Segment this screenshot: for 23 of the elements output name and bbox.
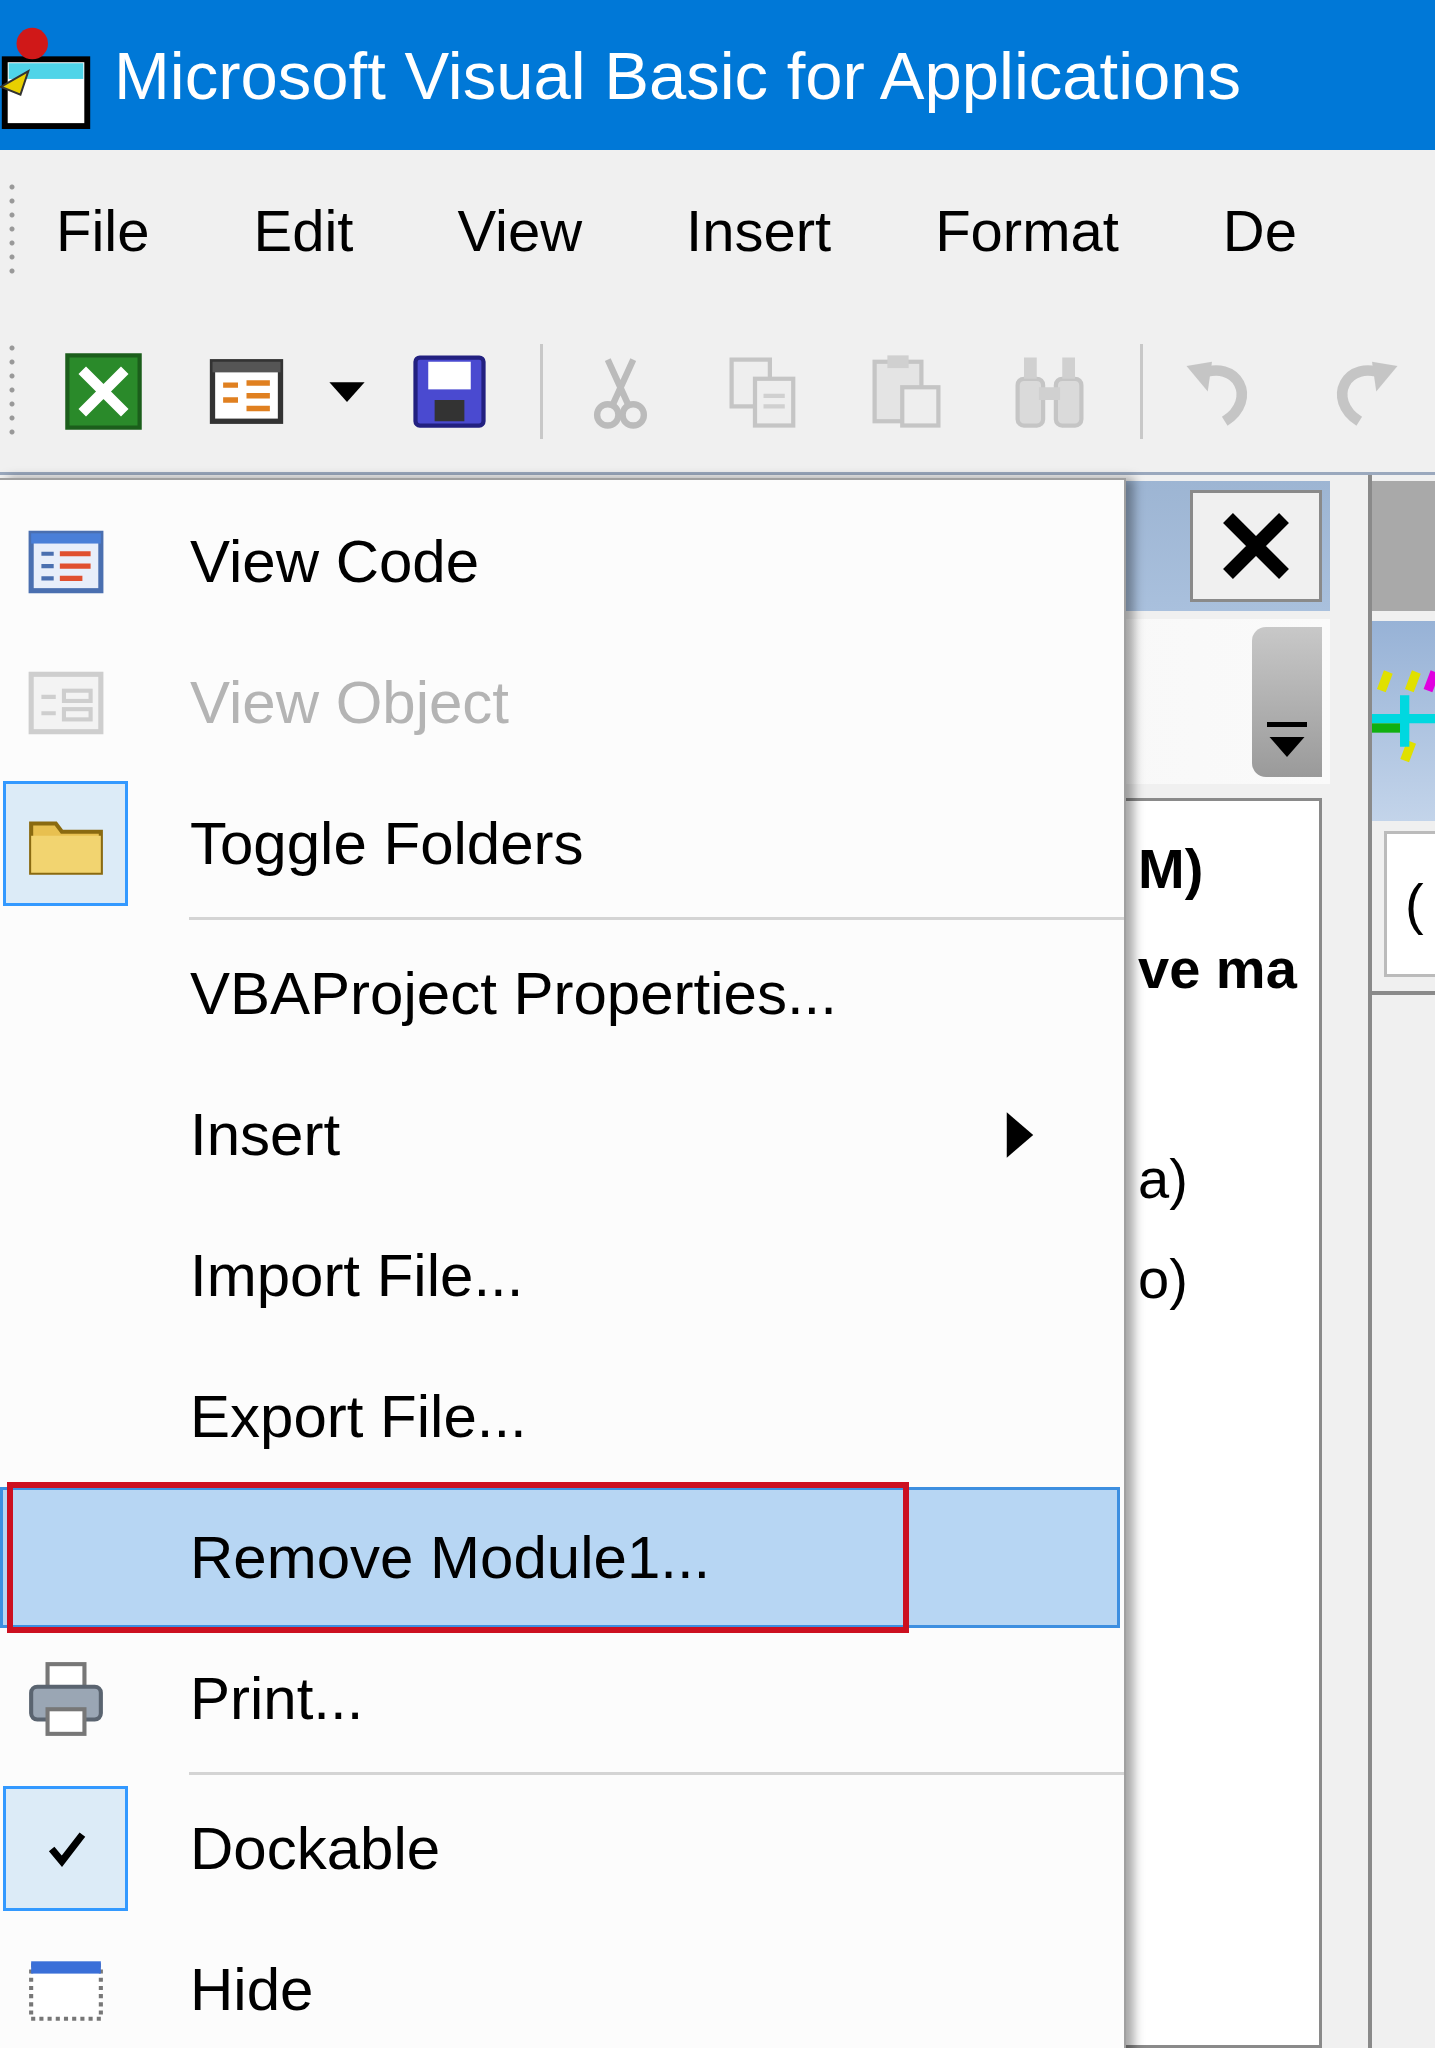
menu-item[interactable]: Dockable (0, 1778, 1120, 1919)
close-button[interactable] (1190, 490, 1322, 602)
menu-item[interactable]: Export File... (0, 1346, 1120, 1487)
tree-item[interactable]: a) (1138, 1129, 1319, 1229)
menu-item[interactable]: Toggle Folders (0, 773, 1120, 914)
tree-item[interactable]: o) (1138, 1229, 1319, 1329)
menu-item[interactable]: File (56, 190, 150, 270)
dropdown-button[interactable] (1252, 626, 1322, 777)
menu-item[interactable]: View (457, 190, 583, 270)
menu-item[interactable]: VBAProject Properties... (0, 923, 1120, 1064)
window-title: Microsoft Visual Basic for Applications (114, 36, 1242, 114)
tree-item[interactable]: ve ma (1138, 919, 1319, 1019)
menu-item[interactable]: De (1222, 190, 1297, 270)
menu-item[interactable]: Insert (686, 190, 832, 270)
tree-item[interactable]: M) (1138, 819, 1319, 919)
menu-item[interactable]: Format (935, 190, 1119, 270)
menu-item[interactable]: Import File... (0, 1205, 1120, 1346)
menu-item[interactable]: Edit (253, 190, 354, 270)
menu-item[interactable]: View Code (0, 491, 1120, 632)
menu-item[interactable]: Hide (0, 1919, 1120, 2048)
menu-item[interactable]: Print... (0, 1628, 1120, 1769)
property-field[interactable]: ( (1384, 831, 1435, 977)
menu-item[interactable]: Insert (0, 1064, 1120, 1205)
